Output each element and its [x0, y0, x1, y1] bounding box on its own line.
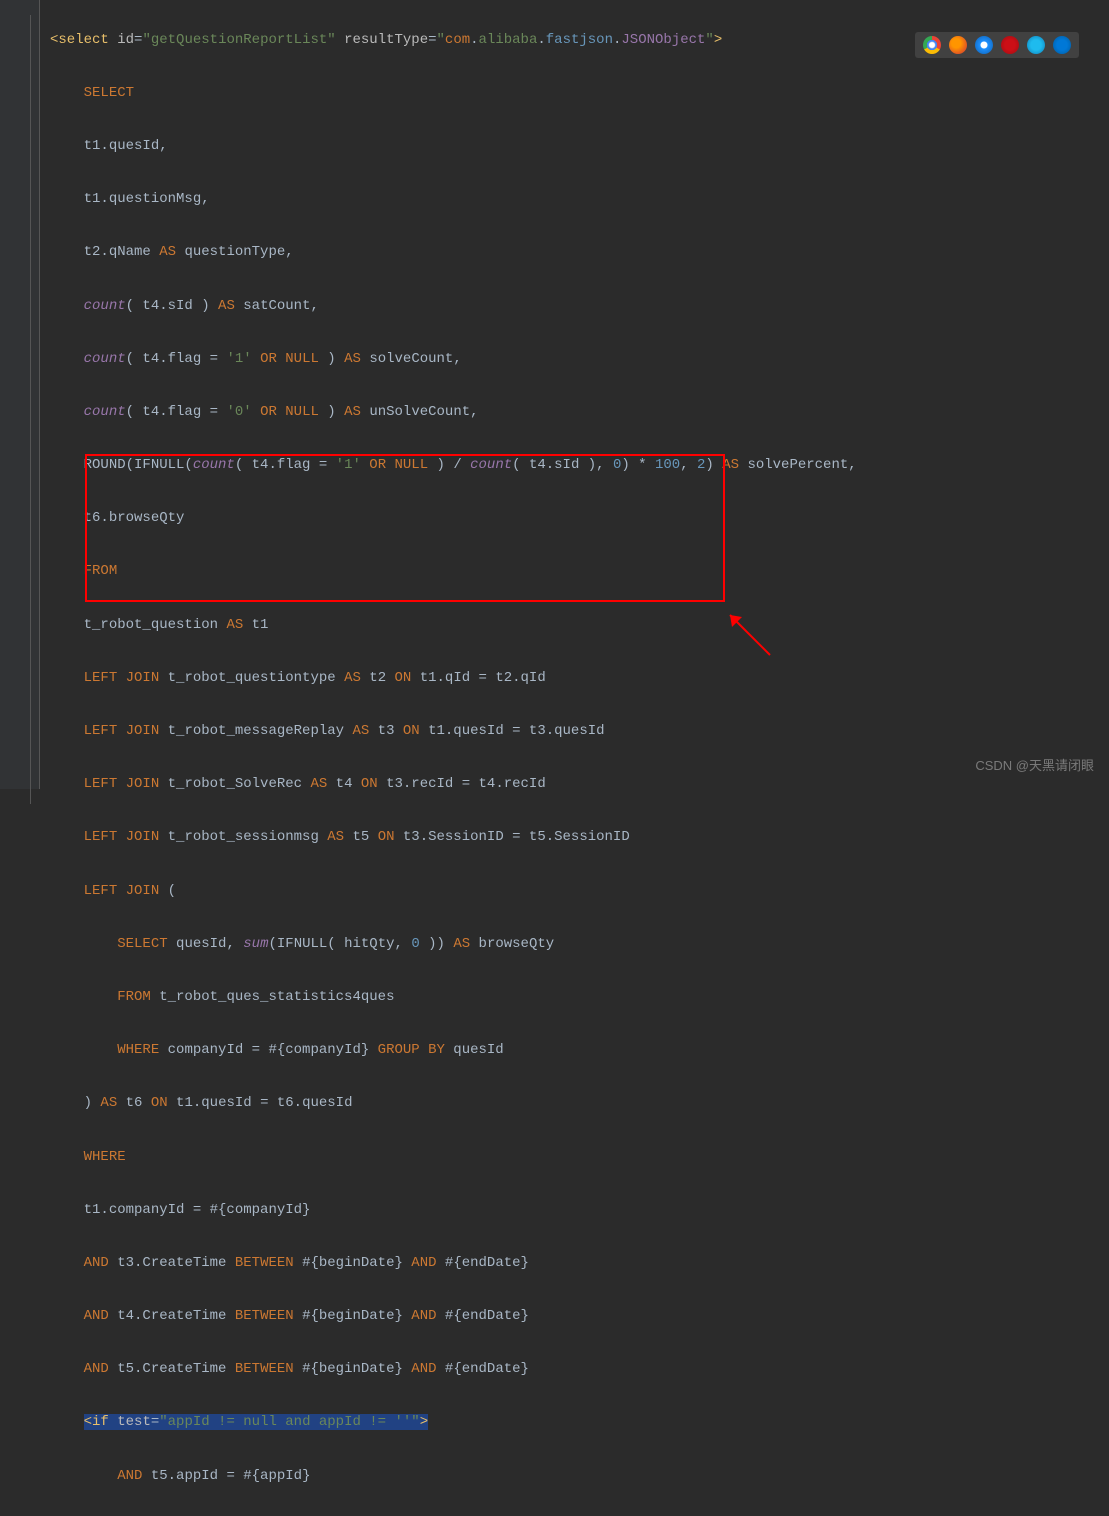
code-line[interactable]: AND t5.CreateTime BETWEEN #{beginDate} A… — [50, 1356, 857, 1383]
fold-guide — [30, 15, 31, 804]
code-line[interactable]: <select id="getQuestionReportList" resul… — [50, 27, 857, 54]
firefox-icon[interactable] — [949, 36, 967, 54]
code-line[interactable]: SELECT quesId, sum(IFNULL( hitQty, 0 )) … — [50, 931, 857, 958]
edge-icon[interactable] — [1053, 36, 1071, 54]
code-line[interactable]: t2.qName AS questionType, — [50, 239, 857, 266]
code-line[interactable]: LEFT JOIN ( — [50, 878, 857, 905]
browser-icons-toolbar — [915, 32, 1079, 58]
chrome-icon[interactable] — [923, 36, 941, 54]
editor-gutter — [0, 0, 40, 789]
code-line[interactable]: t1.companyId = #{companyId} — [50, 1197, 857, 1224]
safari-icon[interactable] — [975, 36, 993, 54]
code-line[interactable]: AND t3.CreateTime BETWEEN #{beginDate} A… — [50, 1250, 857, 1277]
code-line[interactable]: t_robot_question AS t1 — [50, 612, 857, 639]
code-line[interactable]: WHERE — [50, 1144, 857, 1171]
code-line[interactable]: LEFT JOIN t_robot_SolveRec AS t4 ON t3.r… — [50, 771, 857, 798]
code-line[interactable]: ) AS t6 ON t1.quesId = t6.quesId — [50, 1090, 857, 1117]
code-line[interactable]: t6.browseQty — [50, 505, 857, 532]
code-line[interactable]: FROM t_robot_ques_statistics4ques — [50, 984, 857, 1011]
code-line[interactable]: AND t4.CreateTime BETWEEN #{beginDate} A… — [50, 1303, 857, 1330]
code-line[interactable]: LEFT JOIN t_robot_messageReplay AS t3 ON… — [50, 718, 857, 745]
opera-icon[interactable] — [1001, 36, 1019, 54]
code-editor[interactable]: <select id="getQuestionReportList" resul… — [50, 0, 857, 1516]
code-line[interactable]: count( t4.flag = '1' OR NULL ) AS solveC… — [50, 346, 857, 373]
code-line[interactable]: t1.quesId, — [50, 133, 857, 160]
code-line[interactable]: count( t4.flag = '0' OR NULL ) AS unSolv… — [50, 399, 857, 426]
code-line[interactable]: t1.questionMsg, — [50, 186, 857, 213]
code-line[interactable]: LEFT JOIN t_robot_questiontype AS t2 ON … — [50, 665, 857, 692]
code-line[interactable]: FROM — [50, 558, 857, 585]
code-line[interactable]: ROUND(IFNULL(count( t4.flag = '1' OR NUL… — [50, 452, 857, 479]
code-line[interactable]: <if test="appId != null and appId != ''"… — [50, 1409, 857, 1436]
code-line[interactable]: SELECT — [50, 80, 857, 107]
code-line[interactable]: AND t5.appId = #{appId} — [50, 1463, 857, 1490]
watermark-text: CSDN @天黑请闭眼 — [975, 754, 1094, 779]
ie-icon[interactable] — [1027, 36, 1045, 54]
code-line[interactable]: LEFT JOIN t_robot_sessionmsg AS t5 ON t3… — [50, 824, 857, 851]
code-line[interactable]: count( t4.sId ) AS satCount, — [50, 293, 857, 320]
code-line[interactable]: WHERE companyId = #{companyId} GROUP BY … — [50, 1037, 857, 1064]
